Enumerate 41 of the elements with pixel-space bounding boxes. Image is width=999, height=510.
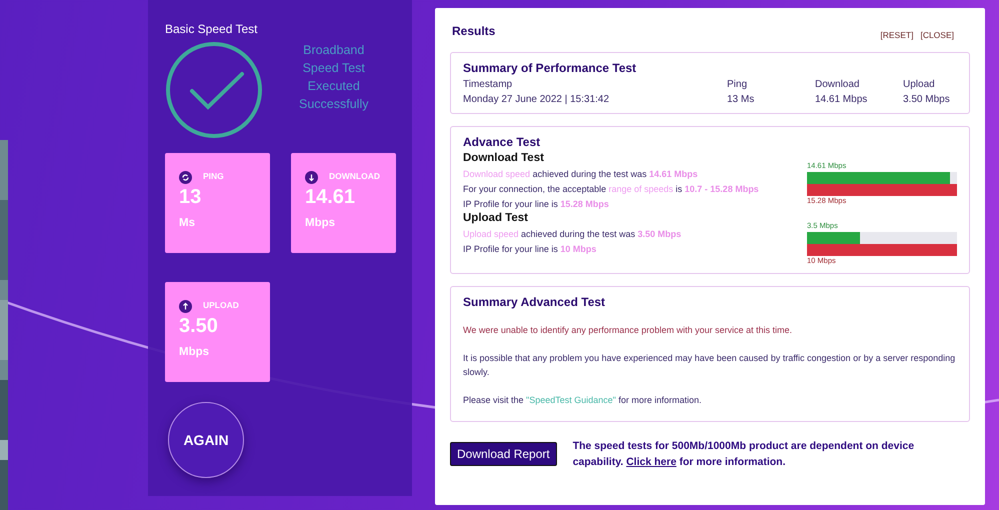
summary-value: 3.50 Mbps [903,94,951,105]
metric-label: DOWNLOAD [329,170,380,180]
status-message: Broadband Speed Test Executed Successfully [299,42,368,113]
metric-value: 14.61 [305,186,356,209]
metric-unit: Mbps [305,217,336,229]
summary-paragraph: Please visit the "SpeedTest Guidance" for more information. [463,394,703,407]
results-title: Results [452,24,496,38]
result-sentence: Upload speed achieved during the test was 3.50 Mbps [463,229,682,239]
column-label: Upload [903,79,936,90]
refresh-icon [179,171,192,184]
action-link[interactable]: [RESET] [880,30,914,40]
summary-value: Monday 27 June 2022 | 15:31:42 [463,94,610,105]
summary-paragraph: We were unable to identify any performance problem with your service at this time. [463,324,793,337]
summary-value: 13 Ms [727,94,756,105]
click-here-link[interactable]: Click here [626,456,676,468]
card-title: Summary of Performance Test [463,61,638,75]
metric-label: UPLOAD [203,300,239,310]
capability-note: The speed tests for 500Mb/1000Mb product are dependent on device capability. Click here for more information. [572,439,916,470]
card-title: Summary Advanced Test [463,295,606,309]
column-label: Timestamp [463,79,514,90]
metric-value: 3.50 [179,315,218,338]
metric-unit: Mbps [179,346,210,358]
test-heading: Upload Test [463,212,529,224]
metric-unit: Ms [179,217,195,229]
checkmark-circle-icon [165,41,263,139]
panel-title: Basic Speed Test [165,22,259,36]
metric-value: 13 [179,186,202,209]
test-heading: Download Test [463,152,545,164]
result-sentence: Download speed achieved during the test was 14.61 Mbps [463,169,699,179]
column-label: Download [815,79,860,90]
result-sentence: For your connection, the acceptable range of speeds is 10.7 - 15.28 Mbps [463,184,759,194]
again-button[interactable]: AGAIN [168,402,244,478]
summary-paragraph: It is possible that any problem you have experienced may have been caused by traffic congestion or by a server responding slowly. [463,352,956,379]
column-label: Ping [727,79,748,90]
download-report-button[interactable]: Download Report [450,442,557,466]
card-title: Advance Test [463,135,542,149]
summary-value: 14.61 Mbps [815,94,868,105]
metric-label: PING [203,170,224,180]
result-sentence: IP Profile for your line is 15.28 Mbps [463,199,610,209]
result-sentence: IP Profile for your line is 10 Mbps [463,244,598,254]
action-link[interactable]: [CLOSE] [920,30,954,40]
